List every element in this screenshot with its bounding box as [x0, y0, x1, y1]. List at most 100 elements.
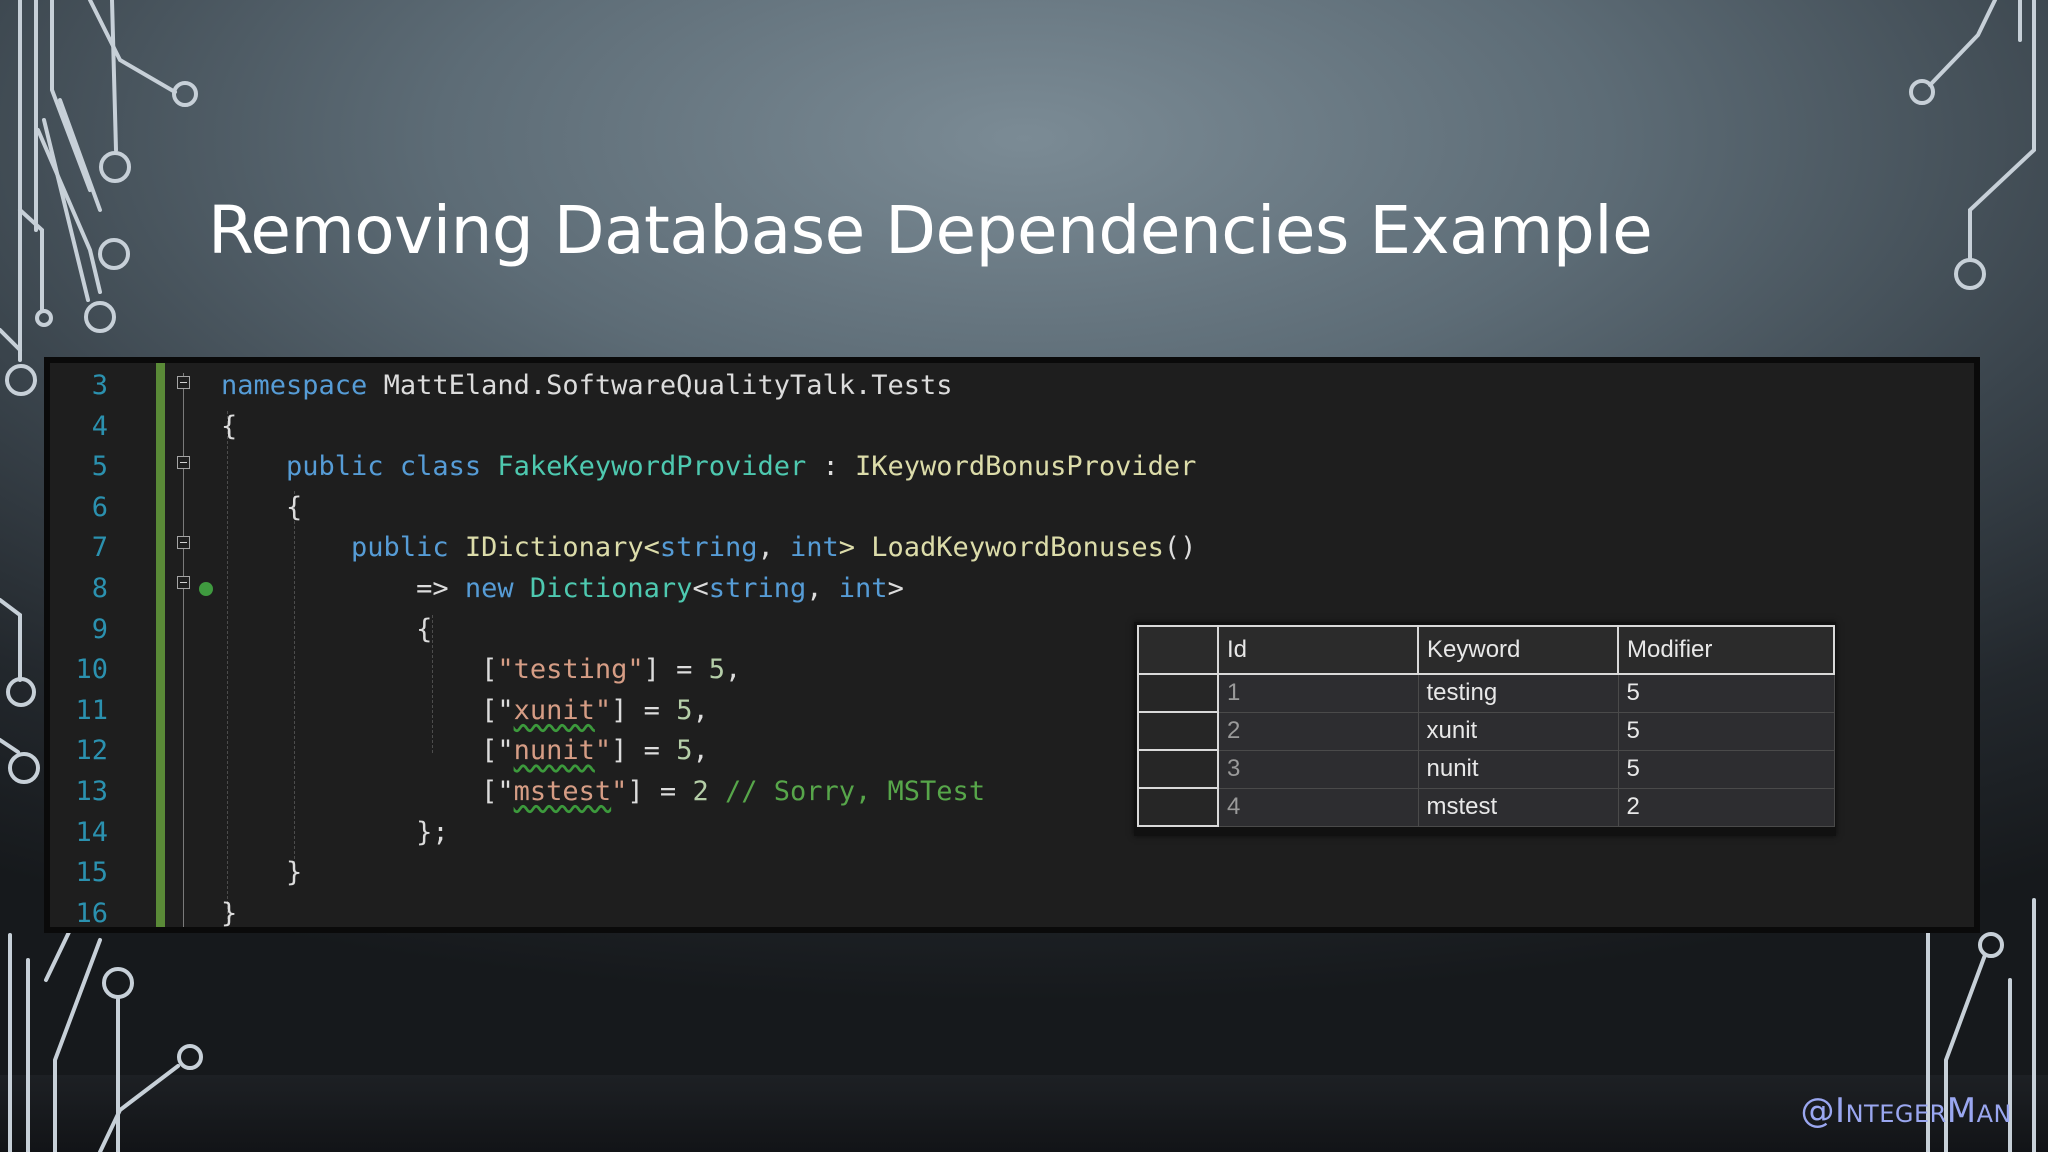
code-token: mstest	[513, 776, 612, 807]
code-token: <	[692, 573, 709, 604]
code-token: :	[806, 451, 856, 483]
code-token: 5	[676, 735, 693, 767]
line-number: 9	[91, 613, 108, 645]
code-text: ["nunit"] = 5,	[221, 731, 709, 771]
code-token: Dictionary	[529, 573, 693, 604]
code-token: ,	[806, 573, 839, 604]
code-line[interactable]: 3 namespace MattEland.SoftwareQualityTalk…	[50, 366, 1974, 406]
column-header-modifier[interactable]: Modifier	[1617, 625, 1835, 675]
line-number: 11	[75, 694, 108, 726]
code-token: ,	[757, 532, 790, 564]
code-token: 2	[692, 776, 709, 807]
code-text: ["xunit"] = 5,	[221, 691, 709, 731]
code-text: {	[221, 488, 302, 528]
code-token: ] =	[611, 735, 677, 767]
cell-modifier[interactable]: 2	[1618, 788, 1835, 827]
line-number: 14	[75, 816, 108, 848]
line-number: 3	[91, 370, 108, 401]
code-token: public	[286, 451, 384, 483]
cell-modifier[interactable]: 5	[1618, 750, 1835, 789]
row-selector[interactable]	[1137, 711, 1219, 751]
code-text: namespace MattEland.SoftwareQualityTalk.…	[221, 366, 953, 406]
cell-modifier[interactable]: 5	[1618, 712, 1835, 751]
code-token: "	[611, 776, 628, 807]
code-token: ,	[724, 654, 742, 686]
cell-id[interactable]: 1	[1218, 674, 1419, 713]
code-token: {	[221, 410, 238, 442]
code-token: ["	[221, 694, 514, 726]
table-row[interactable]: 4 mstest 2	[1137, 787, 1835, 827]
table-row[interactable]: 1 testing 5	[1137, 673, 1835, 713]
code-line[interactable]: 6 {	[50, 488, 1974, 528]
code-token: >	[838, 532, 872, 564]
code-token: }	[221, 897, 238, 929]
slide-title: Removing Database Dependencies Example	[208, 192, 1653, 269]
code-token: public	[351, 532, 449, 564]
code-text: => new Dictionary<string, int>	[221, 569, 904, 609]
twitter-handle: @IntegerMan	[1800, 1091, 2012, 1131]
code-token: ] =	[627, 776, 693, 807]
code-token: MattEland.SoftwareQualityTalk.Tests	[367, 370, 953, 401]
code-token: nunit	[513, 735, 595, 767]
code-token: >	[887, 573, 904, 604]
code-token: "	[594, 694, 612, 726]
column-header-id[interactable]: Id	[1217, 625, 1419, 675]
cell-keyword[interactable]: testing	[1418, 674, 1619, 713]
results-header-row: Id Keyword Modifier	[1137, 625, 1835, 675]
code-line[interactable]: 4{	[50, 407, 1974, 447]
code-text: {	[221, 407, 237, 447]
code-token: {	[221, 613, 433, 645]
code-token: ,	[692, 694, 709, 726]
cell-keyword[interactable]: mstest	[1418, 788, 1619, 827]
code-token: }	[221, 857, 303, 889]
row-selector[interactable]	[1137, 787, 1219, 827]
cell-id[interactable]: 4	[1218, 788, 1419, 827]
code-token: ] =	[643, 654, 709, 686]
code-text: };	[221, 813, 449, 853]
row-selector-header[interactable]	[1137, 625, 1219, 675]
code-token: "	[594, 735, 612, 767]
code-token: int	[789, 532, 839, 564]
table-row[interactable]: 2 xunit 5	[1137, 711, 1835, 751]
cell-keyword[interactable]: nunit	[1418, 750, 1619, 789]
code-line[interactable]: 7 public IDictionary<string, int> LoadKe…	[50, 528, 1974, 568]
code-line[interactable]: 8 => new Dictionary<string, int>	[50, 569, 1974, 609]
cell-id[interactable]: 2	[1218, 712, 1419, 751]
code-token: string	[708, 573, 807, 604]
table-row[interactable]: 3 nunit 5	[1137, 749, 1835, 789]
code-token: IKeywordBonusProvider	[855, 451, 1197, 483]
code-line[interactable]: 15 }	[50, 853, 1974, 893]
code-token: };	[221, 816, 449, 848]
code-text: {	[221, 610, 432, 650]
row-selector[interactable]	[1137, 749, 1219, 789]
code-line[interactable]: 5 public class FakeKeywordProvider : IKe…	[50, 447, 1974, 487]
code-token: LoadKeywordBonuses	[871, 532, 1164, 564]
code-line[interactable]: 16}	[50, 894, 1974, 929]
cell-id[interactable]: 3	[1218, 750, 1419, 789]
cell-modifier[interactable]: 5	[1618, 674, 1835, 713]
code-token: xunit	[513, 694, 595, 726]
code-text: public class FakeKeywordProvider : IKeyw…	[221, 447, 1196, 487]
results-table: Id Keyword Modifier 1 testing 5 2 xunit …	[1137, 625, 1835, 827]
code-text: ["mstest"] = 2 // Sorry, MSTest	[221, 772, 985, 812]
code-token: =>	[221, 573, 465, 604]
code-token: 5	[708, 654, 725, 686]
code-token: class	[399, 451, 482, 483]
code-text: ["testing"] = 5,	[221, 650, 741, 690]
query-results-grid[interactable]: Id Keyword Modifier 1 testing 5 2 xunit …	[1134, 622, 1836, 836]
cell-keyword[interactable]: xunit	[1418, 712, 1619, 751]
row-selector[interactable]	[1137, 673, 1219, 713]
line-number: 4	[91, 410, 108, 442]
code-token: namespace	[221, 370, 368, 401]
column-header-keyword[interactable]: Keyword	[1417, 625, 1619, 675]
line-number: 7	[91, 532, 108, 564]
line-number: 12	[75, 735, 108, 767]
code-token: ()	[1163, 532, 1197, 564]
code-comment: // Sorry, MSTest	[724, 776, 986, 807]
line-number: 16	[75, 897, 108, 929]
